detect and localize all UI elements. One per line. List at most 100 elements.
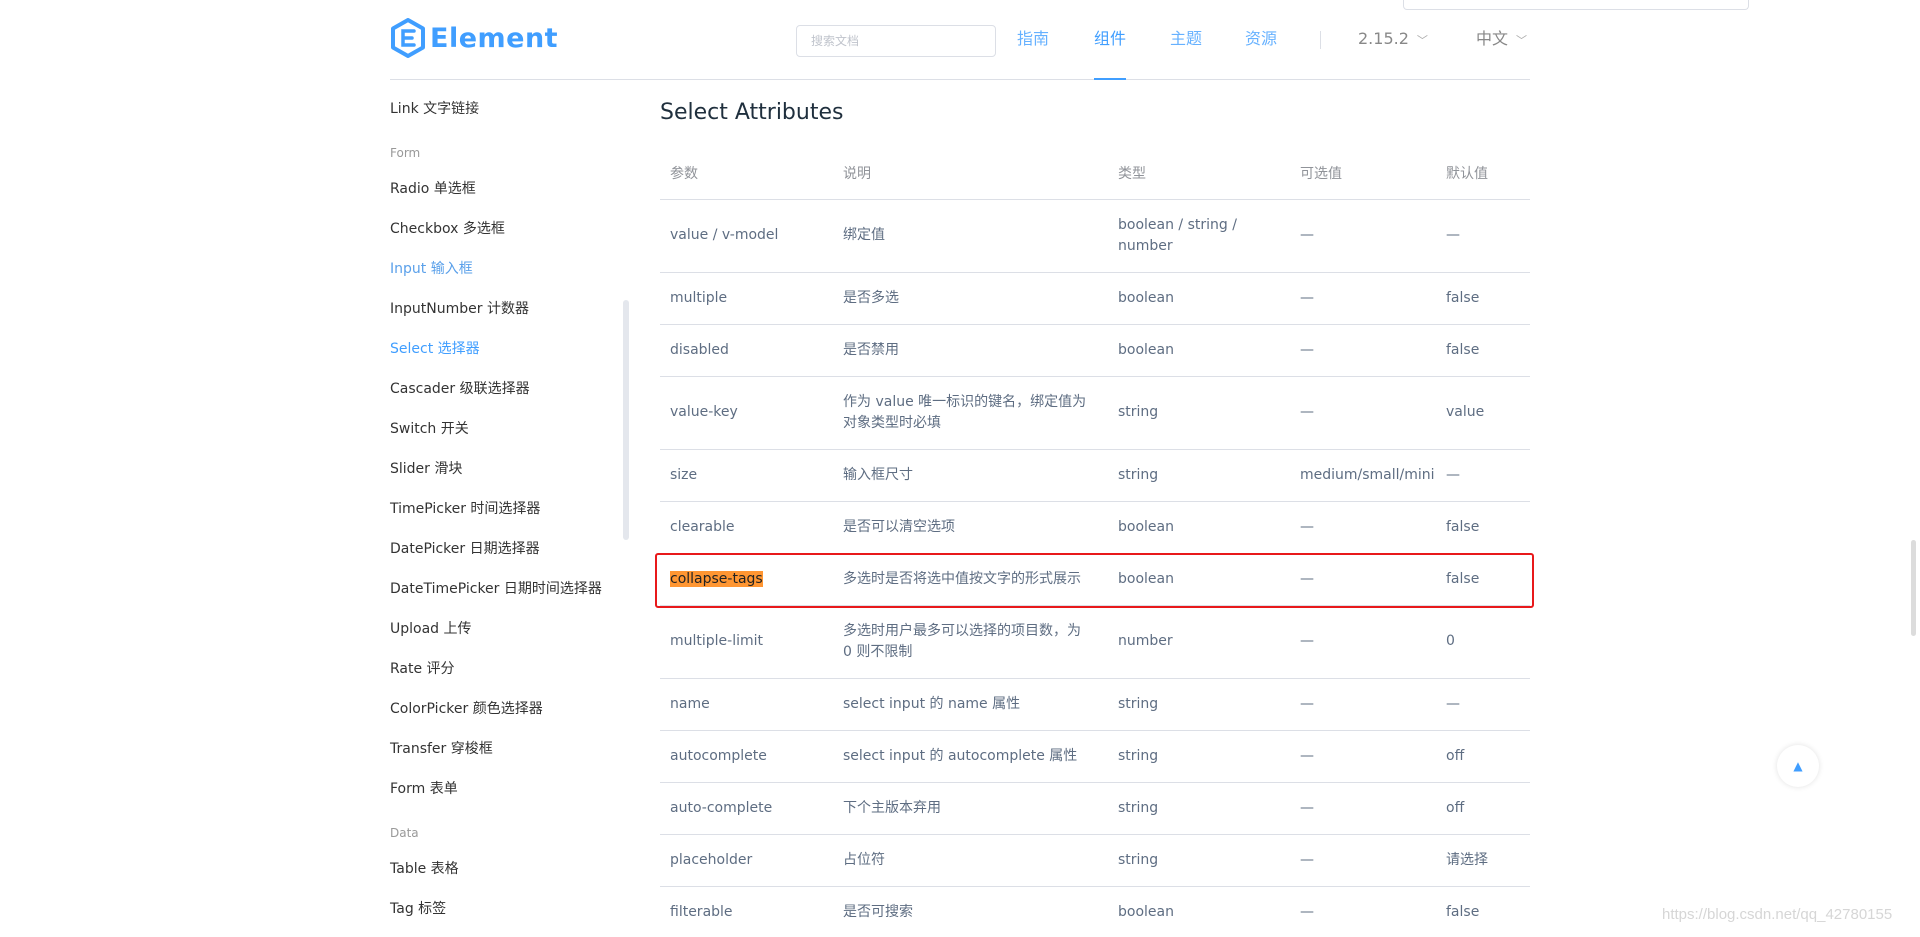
watermark: https://blog.csdn.net/qq_42780155 <box>1662 906 1893 923</box>
cell-param: multiple-limit <box>660 605 833 679</box>
caret-up-icon: ▲ <box>1793 759 1803 773</box>
chevron-down-icon: ﹀ <box>1516 34 1528 47</box>
table-row: value / v-model 绑定值 boolean / string / n… <box>660 199 1530 273</box>
cell-param: filterable <box>660 886 833 937</box>
column-header-type: 类型 <box>1108 147 1290 200</box>
cell-type: boolean <box>1108 324 1290 377</box>
sidebar-item-tag[interactable]: Tag 标签 <box>390 898 446 918</box>
sidebar-item-select[interactable]: Select 选择器 <box>390 338 480 358</box>
cell-default: value <box>1436 376 1530 450</box>
cell-default: false <box>1436 886 1530 937</box>
cell-type: boolean <box>1108 272 1290 325</box>
table-header-row: 参数 说明 类型 可选值 默认值 <box>660 147 1530 200</box>
page-scrollbar[interactable] <box>1911 540 1916 636</box>
sidebar-item-datetimepicker[interactable]: DateTimePicker 日期时间选择器 <box>390 578 602 598</box>
dropdown-popover-edge <box>1403 0 1749 10</box>
cell-type: string <box>1108 376 1290 450</box>
sidebar-item-cascader[interactable]: Cascader 级联选择器 <box>390 378 530 398</box>
sidebar-item-colorpicker[interactable]: ColorPicker 颜色选择器 <box>390 698 543 718</box>
cell-default: false <box>1436 501 1530 554</box>
column-header-default: 默认值 <box>1436 147 1530 200</box>
table-row: clearable 是否可以清空选项 boolean — false <box>660 501 1530 554</box>
cell-options: — <box>1290 605 1436 679</box>
nav-theme[interactable]: 主题 <box>1170 0 1202 80</box>
cell-description: 是否可搜索 <box>833 886 1108 937</box>
chevron-down-icon: ﹀ <box>1416 34 1428 47</box>
sidebar-item-transfer[interactable]: Transfer 穿梭框 <box>390 738 493 758</box>
cell-description: 是否可以清空选项 <box>833 501 1108 554</box>
component-sidebar: Link 文字链接 Form Radio 单选框 Checkbox 多选框 In… <box>390 80 630 937</box>
cell-description: 输入框尺寸 <box>833 449 1108 502</box>
cell-param: clearable <box>660 501 833 554</box>
sidebar-scrollbar[interactable] <box>623 300 629 540</box>
cell-type: string <box>1108 678 1290 731</box>
cell-options: — <box>1290 199 1436 273</box>
sidebar-item-inputnumber[interactable]: InputNumber 计数器 <box>390 298 529 318</box>
sidebar-item-input[interactable]: Input 输入框 <box>390 258 473 278</box>
sidebar-item-table[interactable]: Table 表格 <box>390 858 459 878</box>
cell-type: number <box>1108 605 1290 679</box>
cell-type: string <box>1108 782 1290 835</box>
cell-default: false <box>1436 324 1530 377</box>
cell-param: multiple <box>660 272 833 325</box>
sidebar-item-datepicker[interactable]: DatePicker 日期选择器 <box>390 538 540 558</box>
search-input[interactable] <box>796 25 996 57</box>
table-row: multiple 是否多选 boolean — false <box>660 272 1530 325</box>
column-header-description: 说明 <box>833 147 1108 200</box>
cell-param: auto-complete <box>660 782 833 835</box>
cell-default: — <box>1436 199 1530 273</box>
cell-options: — <box>1290 501 1436 554</box>
table-row: placeholder 占位符 string — 请选择 <box>660 834 1530 887</box>
sidebar-item-checkbox[interactable]: Checkbox 多选框 <box>390 218 505 238</box>
cell-options: — <box>1290 730 1436 783</box>
cell-param: value / v-model <box>660 199 833 273</box>
table-row: value-key 作为 value 唯一标识的键名，绑定值为对象类型时必填 s… <box>660 376 1530 450</box>
sidebar-item-slider[interactable]: Slider 滑块 <box>390 458 462 478</box>
sidebar-item-switch[interactable]: Switch 开关 <box>390 418 469 438</box>
nav-resource[interactable]: 资源 <box>1245 0 1277 80</box>
cell-param: collapse-tags <box>660 553 833 606</box>
cell-param: placeholder <box>660 834 833 887</box>
nav-component[interactable]: 组件 <box>1094 0 1127 80</box>
version-dropdown[interactable]: 2.15.2 ﹀ <box>1358 0 1428 80</box>
logo-text: Element <box>430 22 559 54</box>
cell-type: boolean <box>1108 886 1290 937</box>
table-row: size 输入框尺寸 string medium/small/mini — <box>660 449 1530 502</box>
version-label: 2.15.2 <box>1358 29 1409 48</box>
cell-type: string <box>1108 834 1290 887</box>
cell-description: 是否禁用 <box>833 324 1108 377</box>
sidebar-item-rate[interactable]: Rate 评分 <box>390 658 455 678</box>
cell-default: 请选择 <box>1436 834 1530 887</box>
sidebar-group-form: Form <box>390 146 421 160</box>
select-attributes-table: 参数 说明 类型 可选值 默认值 value / v-model 绑定值 boo… <box>660 147 1530 937</box>
cell-param: size <box>660 449 833 502</box>
nav-guide[interactable]: 指南 <box>1017 0 1049 80</box>
sidebar-group-data: Data <box>390 826 419 840</box>
cell-type: boolean / string / number <box>1108 199 1290 273</box>
back-to-top-button[interactable]: ▲ <box>1777 745 1819 787</box>
language-dropdown[interactable]: 中文 ﹀ <box>1476 0 1527 80</box>
cell-param: name <box>660 678 833 731</box>
cell-default: false <box>1436 553 1530 606</box>
cell-options: — <box>1290 782 1436 835</box>
sidebar-item-timepicker[interactable]: TimePicker 时间选择器 <box>390 498 540 518</box>
table-row: multiple-limit 多选时用户最多可以选择的项目数，为 0 则不限制 … <box>660 605 1530 679</box>
element-logo[interactable]: Element <box>390 18 558 58</box>
cell-description: 绑定值 <box>833 199 1108 273</box>
sidebar-item-link[interactable]: Link 文字链接 <box>390 98 479 118</box>
cell-description: 占位符 <box>833 834 1108 887</box>
table-row: auto-complete 下个主版本弃用 string — off <box>660 782 1530 835</box>
cell-type: string <box>1108 730 1290 783</box>
sidebar-item-upload[interactable]: Upload 上传 <box>390 618 472 638</box>
cell-description: 下个主版本弃用 <box>833 782 1108 835</box>
nav-divider <box>1320 31 1321 49</box>
table-row: disabled 是否禁用 boolean — false <box>660 324 1530 377</box>
cell-default: 0 <box>1436 605 1530 679</box>
cell-description: select input 的 autocomplete 属性 <box>833 730 1108 783</box>
cell-param: value-key <box>660 376 833 450</box>
cell-default: — <box>1436 449 1530 502</box>
cell-default: off <box>1436 782 1530 835</box>
sidebar-item-form[interactable]: Form 表单 <box>390 778 458 798</box>
sidebar-item-radio[interactable]: Radio 单选框 <box>390 178 476 198</box>
cell-param: autocomplete <box>660 730 833 783</box>
